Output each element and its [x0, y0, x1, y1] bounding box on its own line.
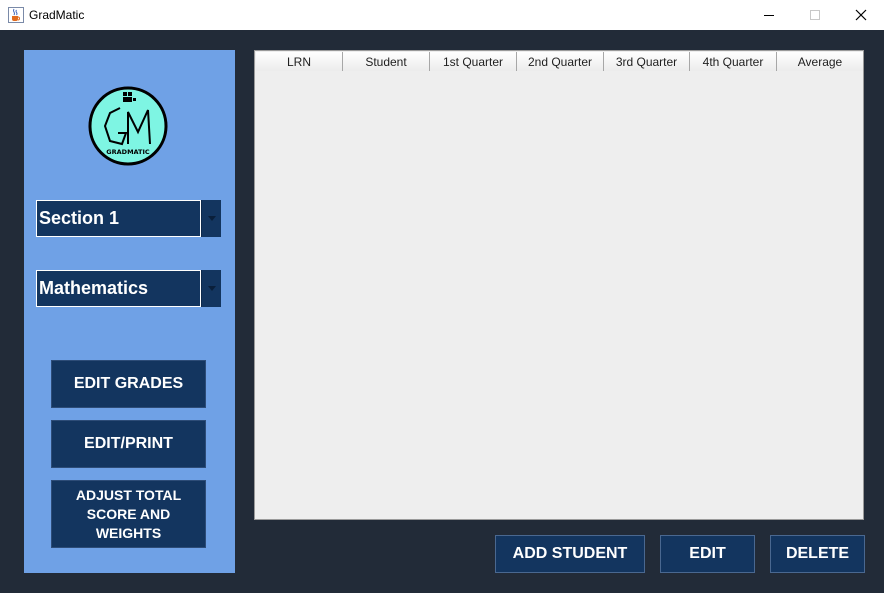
adjust-button-line-2: SCORE AND	[86, 505, 171, 522]
column-header-4th-quarter[interactable]: 4th Quarter	[690, 52, 777, 71]
column-header-2nd-quarter[interactable]: 2nd Quarter	[517, 52, 604, 71]
adjust-button-line-3: WEIGHTS	[95, 524, 162, 541]
grades-table[interactable]: LRN Student 1st Quarter 2nd Quarter 3rd …	[254, 50, 864, 520]
logo-text: GRADMATIC	[106, 148, 150, 156]
add-student-button[interactable]: ADD STUDENT	[495, 535, 645, 573]
subject-combo-arrow[interactable]	[201, 270, 221, 307]
column-header-student[interactable]: Student	[343, 52, 430, 71]
table-header: LRN Student 1st Quarter 2nd Quarter 3rd …	[256, 52, 863, 71]
column-header-average[interactable]: Average	[777, 52, 863, 71]
column-header-3rd-quarter[interactable]: 3rd Quarter	[604, 52, 690, 71]
gradmatic-logo: GRADMATIC	[88, 86, 168, 166]
section-combo-arrow[interactable]	[201, 200, 221, 237]
chevron-down-icon	[207, 285, 216, 291]
adjust-total-score-button[interactable]: ADJUST TOTAL SCORE AND WEIGHTS	[51, 480, 206, 548]
edit-grades-button[interactable]: EDIT GRADES	[51, 360, 206, 408]
subject-combo[interactable]: Mathematics	[36, 270, 221, 307]
section-combo[interactable]: Section 1	[36, 200, 221, 237]
chevron-down-icon	[207, 215, 216, 221]
edit-button[interactable]: EDIT	[660, 535, 755, 573]
close-button[interactable]	[838, 0, 884, 30]
column-header-lrn[interactable]: LRN	[256, 52, 343, 71]
java-cup-icon	[8, 7, 24, 23]
subject-combo-value: Mathematics	[36, 270, 201, 307]
maximize-button[interactable]	[792, 0, 838, 30]
main-content: GRADMATIC Section 1 Mathematics EDIT GRA…	[0, 30, 884, 593]
close-icon	[855, 9, 867, 21]
delete-button[interactable]: DELETE	[770, 535, 865, 573]
minimize-button[interactable]	[746, 0, 792, 30]
section-combo-value: Section 1	[36, 200, 201, 237]
maximize-icon	[810, 10, 820, 20]
title-bar: GradMatic	[0, 0, 884, 30]
minimize-icon	[764, 15, 774, 16]
table-body[interactable]	[256, 72, 863, 518]
column-header-1st-quarter[interactable]: 1st Quarter	[430, 52, 517, 71]
edit-print-button[interactable]: EDIT/PRINT	[51, 420, 206, 468]
sidebar: GRADMATIC Section 1 Mathematics EDIT GRA…	[24, 50, 235, 573]
window-title: GradMatic	[29, 8, 85, 22]
adjust-button-line-1: ADJUST TOTAL	[75, 486, 182, 503]
